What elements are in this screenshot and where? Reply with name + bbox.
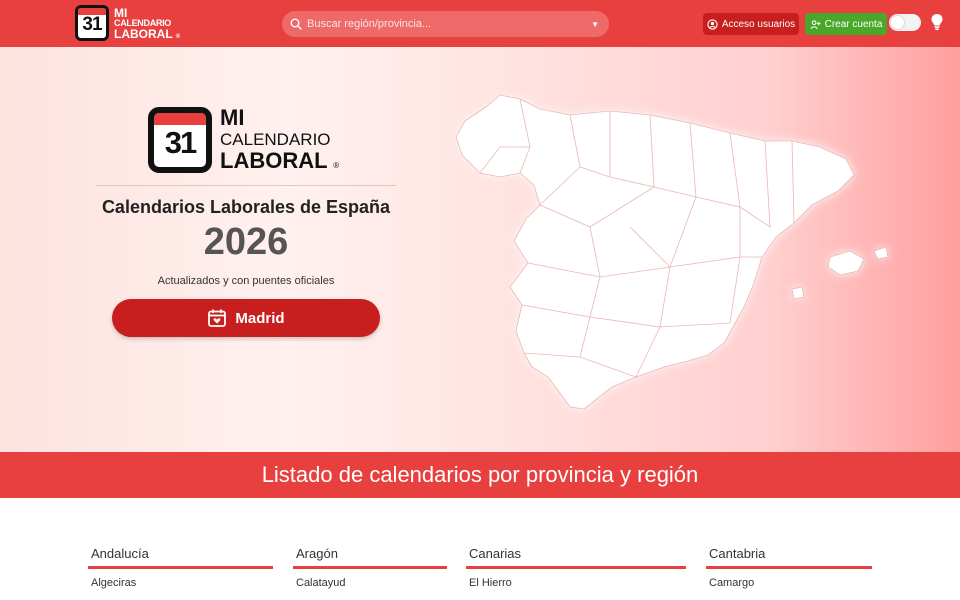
- hero-section: 31 MI CALENDARIO LABORAL ® Calendarios L…: [0, 47, 960, 452]
- create-account-button[interactable]: Crear cuenta: [805, 13, 887, 35]
- hero-logo-line-2: CALENDARIO: [220, 130, 331, 149]
- calendar-heart-icon: [208, 309, 227, 327]
- logo-line-1: MI: [114, 5, 128, 20]
- hero-logo-line-3: LABORAL: [220, 148, 328, 173]
- hero-logo: 31 MI CALENDARIO LABORAL ®: [148, 107, 339, 173]
- province-list-banner: Listado de calendarios por provincia y r…: [0, 452, 960, 498]
- theme-toggle[interactable]: [889, 14, 921, 31]
- calendar-logo-icon: 31: [75, 5, 109, 41]
- hero-subtitle: Actualizados y con puentes oficiales: [157, 275, 335, 287]
- search-icon: [290, 18, 302, 30]
- site-logo[interactable]: 31 MI CALENDARIO LABORAL ®: [75, 5, 180, 41]
- hero-divider: [96, 185, 396, 186]
- region-heading[interactable]: Aragón: [293, 546, 447, 569]
- hero-title: Calendarios Laborales de España: [101, 197, 391, 217]
- logo-day: 31: [82, 14, 102, 35]
- region-calendar-button[interactable]: Madrid: [112, 299, 380, 337]
- hero-logo-line-1: MI: [220, 105, 245, 130]
- region-heading[interactable]: Andalucía: [88, 546, 273, 569]
- login-button[interactable]: Acceso usuarios: [703, 13, 799, 35]
- logo-registered: ®: [175, 33, 181, 40]
- search-input[interactable]: [307, 18, 592, 30]
- banner-title: Listado de calendarios por provincia y r…: [261, 462, 699, 487]
- region-column-aragon: Aragón Calatayud: [293, 546, 447, 589]
- logo-text: MI CALENDARIO LABORAL ®: [114, 7, 180, 40]
- region-heading[interactable]: Cantabria: [706, 546, 872, 569]
- province-link[interactable]: El Hierro: [466, 577, 686, 589]
- login-label: Acceso usuarios: [721, 18, 796, 30]
- hero-logo-text: MI CALENDARIO LABORAL ®: [220, 107, 339, 172]
- hero-logo-registered: ®: [333, 161, 340, 170]
- region-button-label: Madrid: [235, 309, 285, 327]
- top-header: 31 MI CALENDARIO LABORAL ® ▼ Acceso usua…: [0, 0, 960, 47]
- region-column-andalucia: Andalucía Algeciras: [88, 546, 273, 589]
- province-link[interactable]: Calatayud: [293, 577, 447, 589]
- user-circle-icon: [707, 18, 718, 30]
- province-link[interactable]: Camargo: [706, 577, 872, 589]
- hero-year: 2026: [203, 221, 289, 263]
- create-account-label: Crear cuenta: [824, 18, 883, 30]
- user-plus-icon: [810, 19, 821, 29]
- lightbulb-icon[interactable]: [930, 13, 944, 36]
- region-heading[interactable]: Canarias: [466, 546, 686, 569]
- hero-logo-day: 31: [164, 125, 197, 160]
- province-link[interactable]: Algeciras: [88, 577, 273, 589]
- region-column-canarias: Canarias El Hierro: [466, 546, 686, 589]
- logo-line-3: LABORAL: [114, 26, 173, 41]
- spain-map: [455, 94, 889, 410]
- chevron-down-icon[interactable]: ▼: [591, 20, 599, 29]
- calendar-logo-icon: 31: [148, 107, 212, 173]
- search-box[interactable]: ▼: [282, 11, 609, 37]
- region-column-cantabria: Cantabria Camargo: [706, 546, 872, 589]
